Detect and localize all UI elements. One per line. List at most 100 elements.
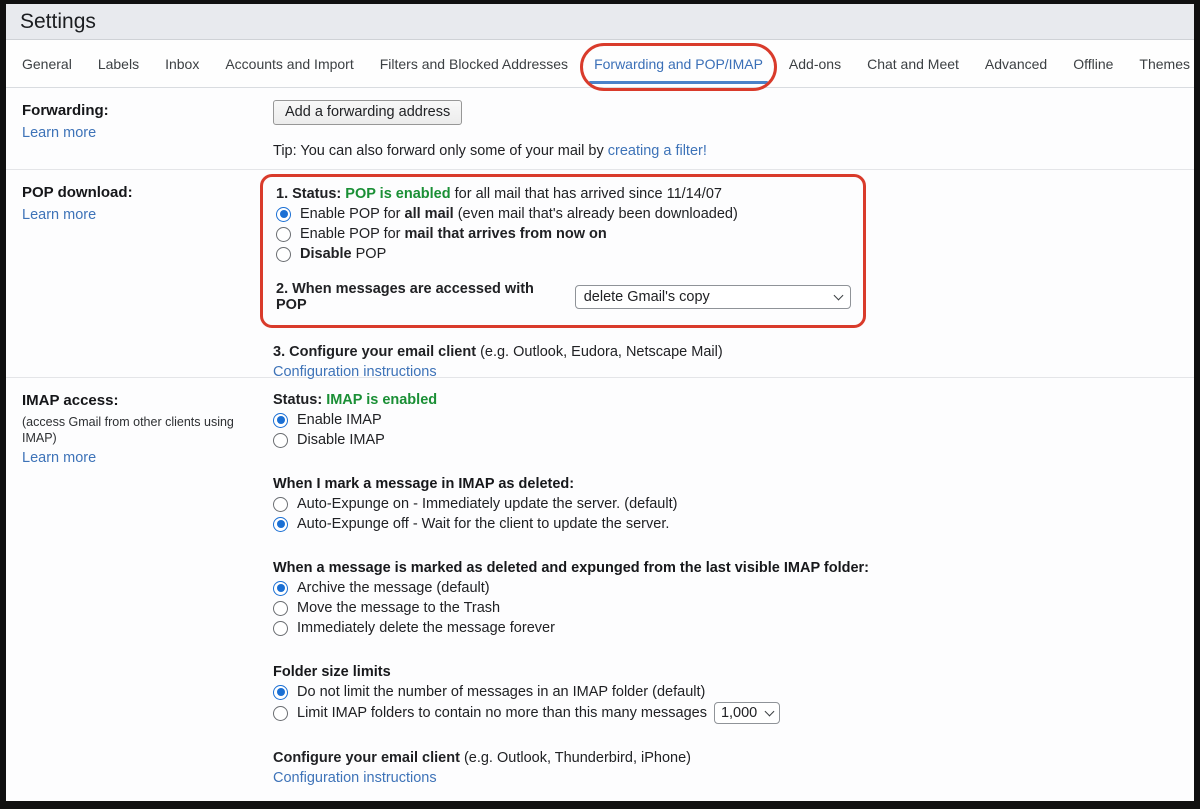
forwarding-tip-text: Tip: You can also forward only some of y… [273, 143, 608, 159]
tab-themes[interactable]: Themes [1139, 40, 1190, 87]
radio-option-auto-expunge-on[interactable]: Auto-Expunge on - Immediately update the… [273, 494, 1174, 514]
forwarding-section-label-col: Forwarding: Learn more [6, 88, 273, 169]
radio-button[interactable] [273, 601, 288, 616]
radio-label: Disable IMAP [297, 430, 385, 450]
radio-button[interactable] [276, 227, 291, 242]
page-title-bar: Settings [6, 4, 1194, 40]
forwarding-section-content: Add a forwarding address Tip: You can al… [273, 88, 1194, 169]
tab-chat-and-meet[interactable]: Chat and Meet [867, 40, 959, 87]
imap-learn-more-link[interactable]: Learn more [22, 450, 96, 466]
pop-action-select[interactable]: delete Gmail's copy [575, 285, 851, 309]
radio-label: Disable POP [300, 244, 386, 264]
pop-status-line: 1. Status: POP is enabled for all mail t… [276, 184, 851, 204]
forwarding-section: Forwarding: Learn more Add a forwarding … [6, 88, 1194, 170]
forwarding-label: Forwarding: [22, 101, 263, 121]
radio-label: Auto-Expunge off - Wait for the client t… [297, 514, 669, 534]
radio-button[interactable] [276, 247, 291, 262]
radio-button[interactable] [276, 207, 291, 222]
radio-button[interactable] [273, 581, 288, 596]
creating-a-filter-link[interactable]: creating a filter! [608, 143, 707, 159]
radio-label: Limit IMAP folders to contain no more th… [297, 703, 707, 723]
red-annotation-box: 1. Status: POP is enabled for all mail t… [260, 174, 866, 328]
imap-expunge-heading: When a message is marked as deleted and … [273, 558, 1174, 578]
tab-add-ons[interactable]: Add-ons [789, 40, 841, 87]
radio-button[interactable] [273, 413, 288, 428]
imap-access-label: IMAP access: [22, 391, 263, 411]
imap-status-group: Status: IMAP is enabled Enable IMAP Disa… [273, 390, 1174, 450]
folder-size-limits-heading: Folder size limits [273, 662, 1174, 682]
radio-label: Archive the message (default) [297, 578, 490, 598]
imap-access-section: IMAP access: (access Gmail from other cl… [6, 378, 1194, 802]
tab-offline[interactable]: Offline [1073, 40, 1113, 87]
imap-status-value: IMAP is enabled [326, 392, 437, 408]
radio-option-limit-folders[interactable]: Limit IMAP folders to contain no more th… [273, 702, 1174, 724]
pop-status-label: 1. Status: [276, 186, 341, 202]
chevron-down-icon [834, 291, 844, 301]
imap-configure-line: Configure your email client (e.g. Outloo… [273, 748, 1174, 768]
imap-configure-bold: Configure your email client [273, 750, 460, 766]
tab-bar: General Labels Inbox Accounts and Import… [6, 40, 1194, 88]
tab-forwarding-pop-imap[interactable]: Forwarding and POP/IMAP [594, 40, 763, 87]
radio-option-pop-from-now-on[interactable]: Enable POP for mail that arrives from no… [276, 224, 851, 244]
imap-deleted-group: When I mark a message in IMAP as deleted… [273, 474, 1174, 534]
radio-label: Auto-Expunge on - Immediately update the… [297, 494, 677, 514]
folder-size-limits-group: Folder size limits Do not limit the numb… [273, 662, 1174, 724]
pop-status-value: POP is enabled [345, 186, 450, 202]
radio-label: Immediately delete the message forever [297, 618, 555, 638]
tab-labels[interactable]: Labels [98, 40, 139, 87]
radio-button[interactable] [273, 706, 288, 721]
radio-label: Do not limit the number of messages in a… [297, 682, 705, 702]
radio-button[interactable] [273, 433, 288, 448]
radio-label: Enable POP for all mail (even mail that'… [300, 204, 738, 224]
radio-option-pop-all-mail[interactable]: Enable POP for all mail (even mail that'… [276, 204, 851, 224]
radio-label: Move the message to the Trash [297, 598, 500, 618]
forwarding-learn-more-link[interactable]: Learn more [22, 125, 96, 141]
pop-learn-more-link[interactable]: Learn more [22, 207, 96, 223]
radio-option-disable-pop[interactable]: Disable POP [276, 244, 851, 264]
pop-when-accessed-row: 2. When messages are accessed with POP d… [276, 281, 851, 313]
gmail-settings-page: Settings General Labels Inbox Accounts a… [0, 0, 1200, 809]
radio-label: Enable POP for mail that arrives from no… [300, 224, 607, 244]
pop-configure-rest: (e.g. Outlook, Eudora, Netscape Mail) [476, 344, 723, 360]
radio-option-enable-imap[interactable]: Enable IMAP [273, 410, 1174, 430]
page-title: Settings [20, 10, 96, 34]
pop-status-suffix: for all mail that has arrived since 11/1… [451, 186, 722, 202]
tab-advanced[interactable]: Advanced [985, 40, 1047, 87]
radio-option-no-limit[interactable]: Do not limit the number of messages in a… [273, 682, 1174, 702]
imap-access-sublabel: (access Gmail from other clients using I… [22, 414, 263, 446]
imap-configuration-instructions-link[interactable]: Configuration instructions [273, 770, 437, 786]
pop-configure-line: 3. Configure your email client (e.g. Out… [273, 342, 1174, 362]
imap-expunge-group: When a message is marked as deleted and … [273, 558, 1174, 638]
pop-when-accessed-label: 2. When messages are accessed with POP [276, 281, 568, 313]
radio-option-move-to-trash[interactable]: Move the message to the Trash [273, 598, 1174, 618]
imap-status-label: Status: [273, 392, 322, 408]
imap-configure-rest: (e.g. Outlook, Thunderbird, iPhone) [460, 750, 691, 766]
pop-download-label: POP download: [22, 183, 263, 203]
imap-deleted-heading: When I mark a message in IMAP as deleted… [273, 474, 1174, 494]
folder-limit-select[interactable]: 1,000 [714, 702, 780, 724]
pop-action-selected-value: delete Gmail's copy [584, 289, 710, 305]
pop-section-label-col: POP download: Learn more [6, 170, 273, 377]
imap-section-content: Status: IMAP is enabled Enable IMAP Disa… [273, 378, 1194, 802]
radio-option-auto-expunge-off[interactable]: Auto-Expunge off - Wait for the client t… [273, 514, 1174, 534]
chevron-down-icon [765, 707, 775, 717]
pop-download-section: POP download: Learn more 1. Status: POP … [6, 170, 1194, 378]
radio-button[interactable] [273, 517, 288, 532]
radio-option-archive-message[interactable]: Archive the message (default) [273, 578, 1174, 598]
tab-inbox[interactable]: Inbox [165, 40, 199, 87]
imap-section-label-col: IMAP access: (access Gmail from other cl… [6, 378, 273, 802]
radio-button[interactable] [273, 685, 288, 700]
radio-label: Enable IMAP [297, 410, 382, 430]
add-forwarding-address-button[interactable]: Add a forwarding address [273, 100, 462, 125]
pop-configure-bold: 3. Configure your email client [273, 344, 476, 360]
radio-button[interactable] [273, 621, 288, 636]
tab-accounts-and-import[interactable]: Accounts and Import [225, 40, 353, 87]
tab-general[interactable]: General [22, 40, 72, 87]
radio-option-delete-forever[interactable]: Immediately delete the message forever [273, 618, 1174, 638]
radio-button[interactable] [273, 497, 288, 512]
radio-option-disable-imap[interactable]: Disable IMAP [273, 430, 1174, 450]
forwarding-tip: Tip: You can also forward only some of y… [273, 143, 1174, 159]
imap-status-line: Status: IMAP is enabled [273, 390, 1174, 410]
tab-filters-and-blocked-addresses[interactable]: Filters and Blocked Addresses [380, 40, 568, 87]
tab-label: Forwarding and POP/IMAP [594, 56, 763, 72]
